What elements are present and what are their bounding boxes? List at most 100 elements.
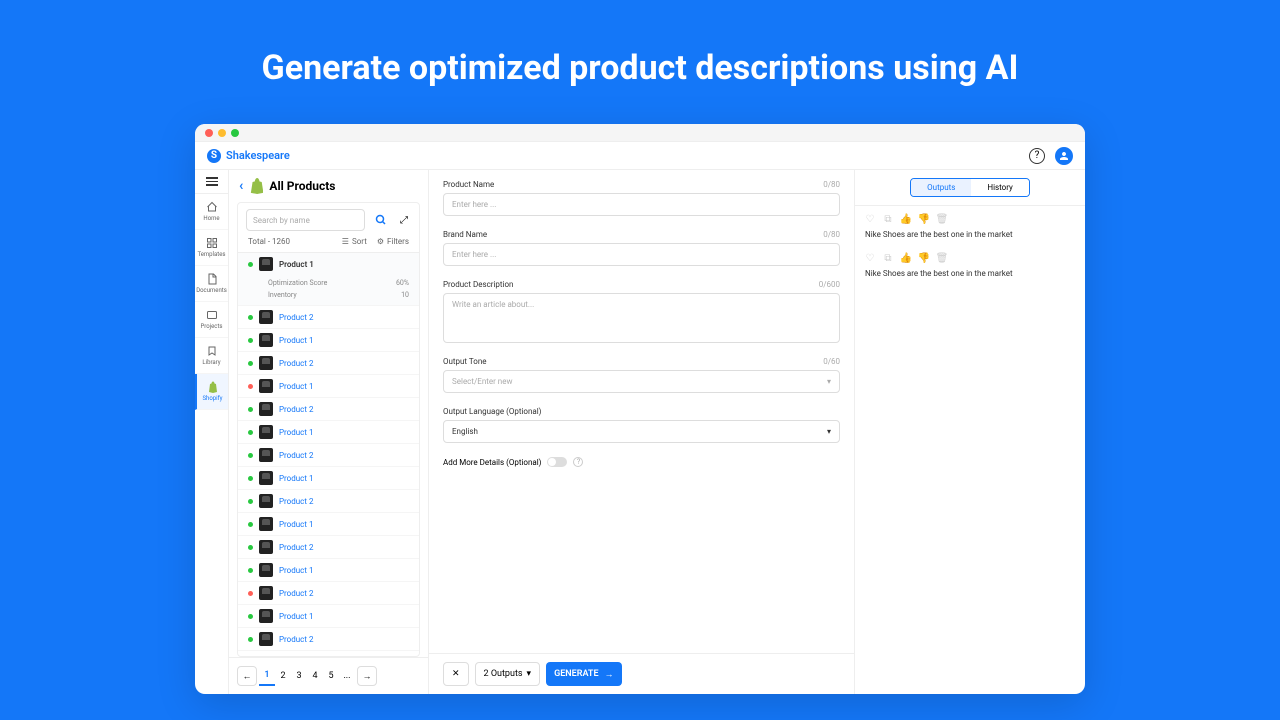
list-item[interactable]: Product 2 [238, 536, 419, 559]
status-dot-icon [248, 637, 253, 642]
product-name: Product 1 [279, 336, 313, 345]
list-item[interactable]: Product 2 [238, 352, 419, 375]
list-item[interactable]: Product 1 [238, 559, 419, 582]
description-input[interactable]: Write an article about... [443, 293, 840, 343]
list-item[interactable]: Product 1 [238, 467, 419, 490]
thumbs-up-icon[interactable]: 👍 [901, 253, 911, 263]
filters-button[interactable]: ⚙ Filters [377, 237, 409, 246]
tab-outputs[interactable]: Outputs [911, 179, 971, 196]
close-window-button[interactable] [205, 129, 213, 137]
tone-select[interactable]: Select/Enter new▾ [443, 370, 840, 393]
list-item[interactable]: Product 1 [238, 513, 419, 536]
language-select[interactable]: English▾ [443, 420, 840, 443]
back-button[interactable]: ‹ [239, 178, 243, 194]
menu-toggle-icon[interactable] [195, 170, 228, 194]
list-item[interactable]: Product 2 [238, 398, 419, 421]
brand-name-label: Brand Name [443, 230, 487, 239]
list-item[interactable]: Product 2 [238, 490, 419, 513]
product-thumbnail [259, 356, 273, 370]
status-dot-icon [248, 453, 253, 458]
generate-button[interactable]: GENERATE→ [546, 662, 621, 686]
delete-icon[interactable]: 🗑 [937, 214, 947, 224]
search-icon[interactable] [371, 210, 391, 230]
product-thumbnail [259, 471, 273, 485]
heart-icon[interactable]: ♡ [865, 253, 875, 263]
sidebar-item-library[interactable]: Library [195, 338, 228, 374]
brand-name-input[interactable]: Enter here ... [443, 243, 840, 266]
maximize-window-button[interactable] [231, 129, 239, 137]
list-item[interactable]: Product 1 [238, 421, 419, 444]
outputs-count-select[interactable]: 2 Outputs▾ [475, 662, 541, 686]
heart-icon[interactable]: ♡ [865, 214, 875, 224]
sidebar-item-shopify[interactable]: Shopify [195, 374, 228, 410]
delete-icon[interactable]: 🗑 [937, 253, 947, 263]
templates-icon [206, 237, 218, 249]
sidebar-item-templates[interactable]: Templates [195, 230, 228, 266]
projects-icon [206, 309, 218, 321]
char-counter: 0/60 [823, 357, 840, 366]
help-icon[interactable]: ? [573, 457, 583, 467]
page-number[interactable]: 3 [291, 666, 307, 686]
thumbs-up-icon[interactable]: 👍 [901, 214, 911, 224]
product-name: Product 2 [279, 313, 313, 322]
thumbs-down-icon[interactable]: 👎 [919, 253, 929, 263]
page-number[interactable]: 2 [275, 666, 291, 686]
page-number[interactable]: 4 [307, 666, 323, 686]
product-name: Product 2 [279, 589, 313, 598]
page-number[interactable]: ... [339, 666, 355, 686]
sidebar-item-home[interactable]: Home [195, 194, 228, 230]
sidebar-item-documents[interactable]: Documents [195, 266, 228, 302]
clear-button[interactable]: ✕ [443, 662, 469, 686]
product-thumbnail [259, 448, 273, 462]
list-item[interactable]: Product 2 [238, 444, 419, 467]
product-thumbnail [259, 310, 273, 324]
sidebar-item-label: Shopify [202, 395, 222, 402]
copy-icon[interactable]: ⧉ [883, 253, 893, 263]
status-dot-icon [248, 315, 253, 320]
minimize-window-button[interactable] [218, 129, 226, 137]
inventory-value: 10 [401, 291, 409, 299]
char-counter: 0/80 [823, 180, 840, 189]
list-item[interactable]: Product 1 [238, 329, 419, 352]
total-count: Total - 1260 [248, 237, 290, 246]
sidebar-item-projects[interactable]: Projects [195, 302, 228, 338]
product-name: Product 2 [279, 543, 313, 552]
sidebar-item-label: Documents [196, 287, 227, 294]
sidebar-item-label: Home [203, 215, 219, 222]
list-item[interactable]: Product 2 [238, 628, 419, 651]
product-thumbnail [259, 517, 273, 531]
pagination: ← 12345... → [229, 657, 428, 694]
user-avatar[interactable] [1055, 147, 1073, 165]
more-details-toggle[interactable] [547, 457, 567, 467]
brand[interactable]: S Shakespeare [207, 149, 290, 163]
list-item[interactable]: Product 2 [238, 582, 419, 605]
status-dot-icon [248, 568, 253, 573]
product-name-label: Product Name [443, 180, 494, 189]
page-number[interactable]: 1 [259, 666, 275, 686]
list-item[interactable]: Product 1 [238, 375, 419, 398]
product-thumbnail [259, 425, 273, 439]
prev-page-button[interactable]: ← [237, 666, 257, 686]
status-dot-icon [248, 522, 253, 527]
copy-icon[interactable]: ⧉ [883, 214, 893, 224]
status-dot-icon [248, 338, 253, 343]
output-text: Nike Shoes are the best one in the marke… [865, 269, 1075, 278]
search-input[interactable]: Search by name [246, 209, 365, 231]
thumbs-down-icon[interactable]: 👎 [919, 214, 929, 224]
product-name: Product 1 [279, 566, 313, 575]
list-item[interactable]: Product 1 [238, 605, 419, 628]
tab-history[interactable]: History [971, 179, 1028, 196]
list-item[interactable]: Product 2 [238, 306, 419, 329]
next-page-button[interactable]: → [357, 666, 377, 686]
sort-button[interactable]: ☰ Sort [342, 237, 367, 246]
product-name: Product 2 [279, 635, 313, 644]
expand-icon[interactable]: ⤢ [397, 213, 411, 227]
products-panel: ‹ All Products Search by name ⤢ Total - … [229, 170, 429, 694]
product-name: Product 1 [279, 428, 313, 437]
list-item[interactable]: Product 1 Optimization Score60% Inventor… [238, 253, 419, 306]
inventory-label: Inventory [268, 291, 297, 299]
help-icon[interactable]: ? [1029, 148, 1045, 164]
product-name-input[interactable]: Enter here ... [443, 193, 840, 216]
page-number[interactable]: 5 [323, 666, 339, 686]
chevron-down-icon: ▾ [527, 669, 532, 679]
